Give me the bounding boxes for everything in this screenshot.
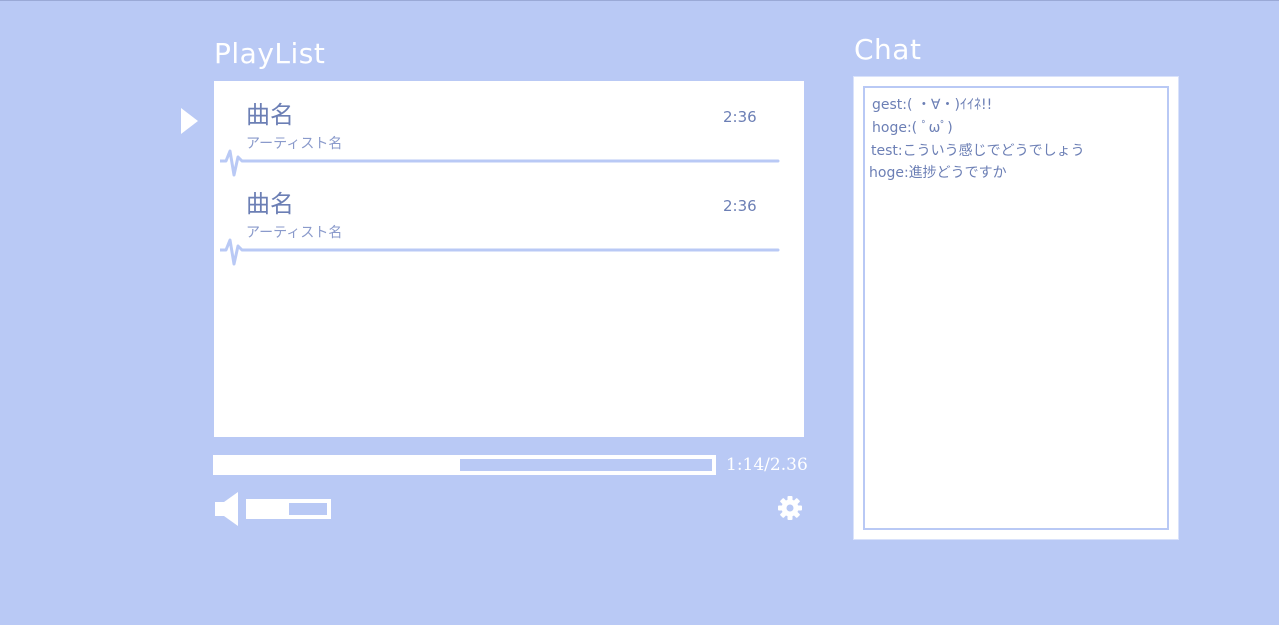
seek-bar-remaining — [460, 459, 712, 471]
speaker-icon[interactable] — [214, 491, 240, 527]
chat-panel: gest:( ・∀・)ｲｲﾈ!! hoge:( ﾟωﾟ) test:こういう感じ… — [853, 76, 1179, 540]
playlist-title: PlayList — [214, 37, 326, 70]
volume-slider[interactable] — [246, 499, 331, 519]
time-readout: 1:14/2.36 — [726, 455, 808, 475]
track-duration: 2:36 — [723, 108, 757, 126]
track-item[interactable]: 曲名 アーティスト名 2:36 — [214, 81, 804, 177]
chat-title: Chat — [854, 33, 922, 66]
seek-bar[interactable] — [213, 455, 716, 475]
track-title: 曲名 — [246, 190, 294, 218]
track-item[interactable]: 曲名 アーティスト名 2:36 — [214, 170, 804, 266]
chat-message: test:こういう感じでどうでしょう — [871, 143, 1085, 159]
track-title: 曲名 — [246, 101, 294, 129]
track-duration: 2:36 — [723, 197, 757, 215]
playlist-panel: 曲名 アーティスト名 2:36 曲名 アーティスト名 2:36 — [214, 81, 804, 437]
volume-slider-remaining — [289, 503, 327, 515]
chat-message: hoge:進捗どうですか — [869, 165, 1007, 181]
gear-icon[interactable] — [777, 495, 803, 521]
waveform-icon — [220, 238, 780, 266]
play-triangle-icon — [181, 108, 198, 134]
chat-log[interactable]: gest:( ・∀・)ｲｲﾈ!! hoge:( ﾟωﾟ) test:こういう感じ… — [863, 86, 1169, 530]
chat-message: hoge:( ﾟωﾟ) — [872, 120, 953, 136]
chat-message: gest:( ・∀・)ｲｲﾈ!! — [872, 97, 993, 113]
